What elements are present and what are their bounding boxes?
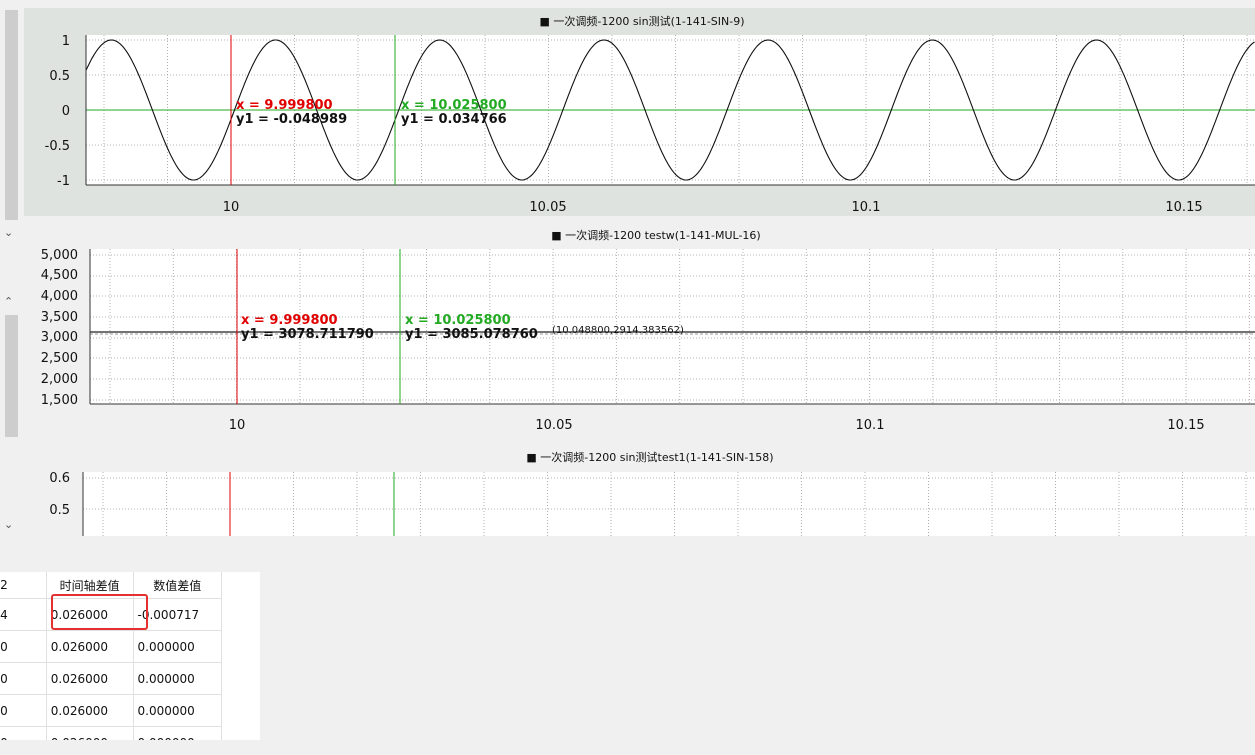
y-tick-label: -1 [57, 174, 70, 189]
cell-y2: 000 [0, 694, 47, 727]
cell-value-diff: 0.000000 [133, 694, 223, 727]
chart-title: ■ 一次调频-1200 sin测试test1(1-141-SIN-158) [526, 450, 773, 464]
x-tick-label: 10 [229, 418, 246, 433]
table-row[interactable]: 000 0.026000 0.000000 [0, 726, 223, 740]
cell-time-diff: 0.026000 [46, 694, 134, 727]
x-tick-label: 10.05 [535, 418, 572, 433]
cursor-1-y-label: y1 = 3078.711790 [241, 327, 374, 342]
scrollbar-thumb[interactable] [5, 10, 18, 220]
cell-time-diff: 0.026000 [46, 630, 134, 663]
x-tick-label: 10.1 [856, 418, 885, 433]
y-tick-label: 3,500 [41, 310, 78, 325]
cell-y2: 000 [0, 630, 47, 663]
point-coordinate-label: (10.048800,2914.383562) [552, 325, 684, 336]
cell-y2: 000 [0, 662, 47, 695]
cell-value-diff: 0.000000 [133, 662, 223, 695]
table-row[interactable]: 000 0.026000 0.000000 [0, 630, 223, 663]
cursor-2-x-label: x = 10.025800 [405, 313, 511, 328]
table-row[interactable]: 000 0.026000 0.000000 [0, 662, 223, 695]
highlight-annotation-box [51, 594, 148, 630]
y-tick-label: 4,000 [41, 289, 78, 304]
cursor-1-y-label: y1 = -0.048989 [236, 112, 347, 127]
status-bar [0, 740, 1255, 755]
x-tick-label: 10 [223, 200, 240, 215]
chevron-down-icon[interactable]: ⌄ [4, 227, 13, 238]
plot-area [83, 472, 1255, 536]
cell-value-diff: 0.000000 [133, 726, 223, 740]
y-tick-label: 2,000 [41, 372, 78, 387]
chart-sin-test[interactable]: ■ 一次调频-1200 sin测试(1-141-SIN-9) 1 0.5 0 -… [24, 8, 1255, 216]
scrollbar-thumb[interactable] [5, 315, 18, 437]
cell-time-diff: 0.026000 [46, 662, 134, 695]
cursor-2-y-label: y1 = 3085.078760 [405, 327, 538, 342]
chart-title: ■ 一次调频-1200 sin测试(1-141-SIN-9) [539, 14, 744, 28]
cell-y2: 000 [0, 726, 47, 740]
chevron-up-icon[interactable]: ⌃ [4, 296, 13, 307]
x-tick-label: 10.15 [1165, 200, 1202, 215]
y-tick-label: 5,000 [41, 248, 78, 263]
chart-sin-test1[interactable]: ■ 一次调频-1200 sin测试test1(1-141-SIN-158) 0.… [24, 446, 1255, 536]
chevron-down-icon[interactable]: ⌄ [4, 519, 13, 530]
y-tick-label: 1 [62, 34, 70, 49]
y-tick-label: 0.5 [49, 69, 70, 84]
y-tick-label: 0.5 [49, 503, 70, 518]
vertical-scrollbar-3[interactable]: ⌄ [0, 448, 18, 538]
chart-title: ■ 一次调频-1200 testw(1-141-MUL-16) [551, 228, 760, 242]
cursor-2-x-label: x = 10.025800 [401, 98, 507, 113]
cell-time-diff: 0.026000 [46, 726, 134, 740]
vertical-scrollbar-1[interactable]: ⌄ [0, 8, 18, 240]
chart-testw[interactable]: ■ 一次调频-1200 testw(1-141-MUL-16) 5,000 4,… [24, 224, 1255, 440]
y-tick-label: 4,500 [41, 268, 78, 283]
table-row[interactable]: 000 0.026000 0.000000 [0, 694, 223, 727]
vertical-scrollbar-2[interactable]: ⌃ [0, 295, 18, 440]
cursor-2-y-label: y1 = 0.034766 [401, 112, 507, 127]
y-tick-label: 2,500 [41, 351, 78, 366]
x-tick-label: 10.1 [852, 200, 881, 215]
y-tick-label: 3,000 [41, 330, 78, 345]
y-tick-label: -0.5 [45, 139, 70, 154]
y-tick-label: 0 [62, 104, 70, 119]
column-header-y2[interactable]: Y2 [0, 572, 47, 599]
cell-value-diff: 0.000000 [133, 630, 223, 663]
x-tick-label: 10.15 [1167, 418, 1204, 433]
y-tick-label: 1,500 [41, 393, 78, 408]
y-tick-label: 0.6 [49, 471, 70, 486]
x-tick-label: 10.05 [529, 200, 566, 215]
cursor-1-x-label: x = 9.999800 [241, 313, 338, 328]
cell-y2: 14 [0, 598, 47, 631]
cursor-1-x-label: x = 9.999800 [236, 98, 333, 113]
